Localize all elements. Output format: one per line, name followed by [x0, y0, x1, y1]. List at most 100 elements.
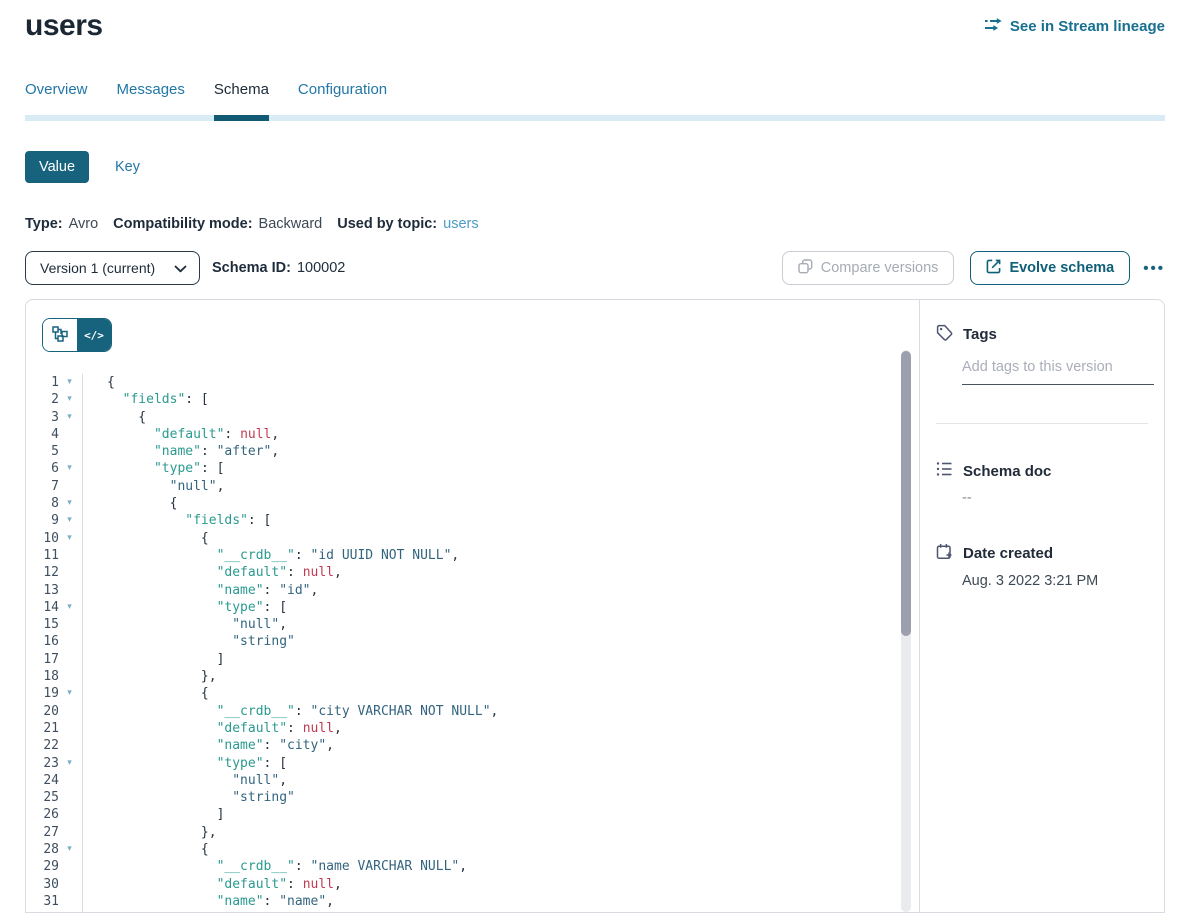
code-line: 7 "null", — [26, 478, 919, 495]
line-number: 3 — [26, 409, 59, 426]
code-gutter: 23▾ — [26, 755, 83, 772]
version-selector[interactable]: Version 1 (current) — [25, 251, 200, 285]
code-line: 21 "default": null, — [26, 720, 919, 737]
fold-spacer — [59, 547, 80, 564]
fold-toggle-icon[interactable]: ▾ — [59, 755, 80, 772]
line-number: 28 — [26, 841, 59, 858]
fold-spacer — [59, 426, 80, 443]
code-line: 12 "default": null, — [26, 564, 919, 581]
tab-configuration[interactable]: Configuration — [298, 81, 387, 115]
schema-id: Schema ID: 100002 — [212, 260, 345, 276]
tab-overview[interactable]: Overview — [25, 81, 88, 115]
fold-spacer — [59, 720, 80, 737]
add-tags-input[interactable] — [962, 355, 1154, 385]
fold-toggle-icon[interactable]: ▾ — [59, 495, 80, 512]
code-gutter: 15 — [26, 616, 83, 633]
code-line: 31 "name": "name", — [26, 893, 919, 910]
fold-toggle-icon[interactable]: ▾ — [59, 409, 80, 426]
schema-page: users See in Stream lineage Overview Mess… — [0, 0, 1189, 913]
code-text: "name": "city", — [83, 737, 334, 754]
version-toolbar: Version 1 (current) Schema ID: 100002 Co… — [25, 251, 1165, 285]
code-gutter: 10▾ — [26, 530, 83, 547]
code-line: 26 ] — [26, 806, 919, 823]
line-number: 12 — [26, 564, 59, 581]
code-gutter: 5 — [26, 443, 83, 460]
code-line: 25 "string" — [26, 789, 919, 806]
schema-id-value: 100002 — [297, 260, 345, 276]
fold-toggle-icon[interactable]: ▾ — [59, 460, 80, 477]
date-created-section: Date created Aug. 3 2022 3:21 PM — [936, 543, 1148, 589]
line-number: 8 — [26, 495, 59, 512]
fold-toggle-icon[interactable]: ▾ — [59, 910, 80, 912]
fold-toggle-icon[interactable]: ▾ — [59, 841, 80, 858]
code-gutter: 12 — [26, 564, 83, 581]
code-line: 29 "__crdb__": "name VARCHAR NULL", — [26, 858, 919, 875]
fold-toggle-icon[interactable]: ▾ — [59, 599, 80, 616]
code-text: "name": "after", — [83, 443, 279, 460]
code-gutter: 28▾ — [26, 841, 83, 858]
tree-view-icon — [52, 326, 68, 345]
compare-versions-button[interactable]: Compare versions — [782, 251, 955, 285]
code-line: 13 "name": "id", — [26, 582, 919, 599]
schema-doc-value: -- — [962, 490, 1148, 506]
topic-link[interactable]: users — [443, 216, 478, 232]
code-text: "null", — [83, 616, 287, 633]
page-header: users See in Stream lineage — [25, 0, 1165, 81]
code-text: "default": null, — [83, 426, 279, 443]
tree-view-button[interactable] — [43, 319, 77, 351]
editor-scrollbar-thumb[interactable] — [901, 351, 911, 636]
code-line: 32▾ "type": [ — [26, 910, 919, 912]
code-text: "type": [ — [83, 755, 287, 772]
code-text: "default": null, — [83, 720, 342, 737]
date-created-value: Aug. 3 2022 3:21 PM — [962, 573, 1148, 589]
code-gutter: 30 — [26, 876, 83, 893]
code-text: ] — [83, 651, 224, 668]
fold-toggle-icon[interactable]: ▾ — [59, 391, 80, 408]
code-gutter: 31 — [26, 893, 83, 910]
fold-toggle-icon[interactable]: ▾ — [59, 512, 80, 529]
line-number: 25 — [26, 789, 59, 806]
date-created-heading: Date created — [936, 543, 1148, 564]
code-line: 16 "string" — [26, 633, 919, 650]
view-mode-toggle: </> — [42, 318, 112, 352]
code-gutter: 32▾ — [26, 910, 83, 912]
tab-messages[interactable]: Messages — [117, 81, 185, 115]
fold-spacer — [59, 858, 80, 875]
line-number: 17 — [26, 651, 59, 668]
fold-spacer — [59, 668, 80, 685]
fold-spacer — [59, 772, 80, 789]
code-line: 4 "default": null, — [26, 426, 919, 443]
value-tab-button[interactable]: Value — [25, 151, 89, 183]
fold-spacer — [59, 824, 80, 841]
editor-scrollbar-track[interactable] — [901, 350, 911, 912]
calendar-plus-icon — [936, 543, 953, 564]
code-gutter: 14▾ — [26, 599, 83, 616]
code-gutter: 9▾ — [26, 512, 83, 529]
code-view-icon: </> — [84, 329, 104, 342]
line-number: 7 — [26, 478, 59, 495]
code-text: ] — [83, 806, 224, 823]
schema-id-label: Schema ID: — [212, 260, 291, 276]
chevron-down-icon — [174, 260, 187, 276]
line-number: 30 — [26, 876, 59, 893]
fold-spacer — [59, 789, 80, 806]
code-view-button[interactable]: </> — [77, 319, 111, 351]
code-line: 19▾ { — [26, 685, 919, 702]
fold-toggle-icon[interactable]: ▾ — [59, 530, 80, 547]
see-in-stream-lineage-link[interactable]: See in Stream lineage — [984, 17, 1165, 36]
code-gutter: 20 — [26, 703, 83, 720]
evolve-schema-button[interactable]: Evolve schema — [970, 251, 1130, 285]
compatibility-label: Compatibility mode: — [113, 216, 252, 232]
schema-editor: </> 1▾{2▾ "fields": [3▾ {4 "default": nu… — [26, 300, 920, 912]
key-tab-button[interactable]: Key — [115, 159, 140, 175]
tab-schema[interactable]: Schema — [214, 81, 269, 115]
date-created-heading-label: Date created — [963, 545, 1053, 562]
more-options-button[interactable]: ••• — [1143, 260, 1165, 277]
code-text: "type": [ — [83, 910, 287, 912]
fold-toggle-icon[interactable]: ▾ — [59, 374, 80, 391]
code-gutter: 2▾ — [26, 391, 83, 408]
line-number: 14 — [26, 599, 59, 616]
compare-versions-label: Compare versions — [821, 260, 939, 276]
fold-toggle-icon[interactable]: ▾ — [59, 685, 80, 702]
code-gutter: 11 — [26, 547, 83, 564]
